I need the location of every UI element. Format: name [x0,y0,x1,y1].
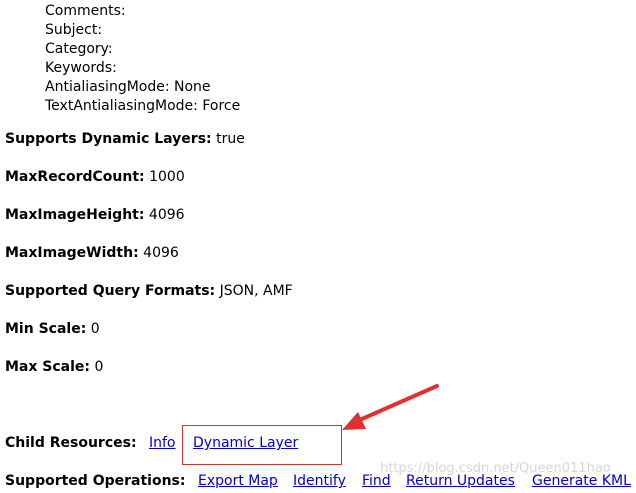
prop-supports-dynamic-layers: Supports Dynamic Layers: true [5,130,245,148]
prop-label: Max Scale: [5,359,91,375]
prop-max-scale: Max Scale: 0 [5,358,103,376]
prop-label: MaxImageWidth: [5,245,139,261]
supported-operations-row: Supported Operations: [5,472,185,490]
operation-return-updates-link[interactable]: Return Updates [406,472,515,490]
prop-label: Min Scale: [5,321,87,337]
prop-supported-query-formats: Supported Query Formats: JSON, AMF [5,282,293,300]
operation-identify-link[interactable]: Identify [293,472,346,490]
prop-max-image-width: MaxImageWidth: 4096 [5,244,179,262]
doc-antialiasing-mode: AntialiasingMode: None [45,79,211,95]
prop-max-record-count: MaxRecordCount: 1000 [5,168,185,186]
doc-category: Category: [45,41,113,57]
prop-label: MaxImageHeight: [5,207,145,223]
operation-generate-kml-link[interactable]: Generate KML [532,472,631,490]
child-resources-row: Child Resources: [5,434,137,452]
prop-value: 0 [90,321,100,337]
supported-operations-label: Supported Operations: [5,473,186,489]
highlight-box [182,425,342,465]
doc-subject: Subject: [45,22,103,38]
prop-value: 4096 [148,207,185,223]
child-resource-info-link[interactable]: Info [149,434,176,452]
child-resources-label: Child Resources: [5,435,137,451]
prop-max-image-height: MaxImageHeight: 4096 [5,206,185,224]
operation-find-link[interactable]: Find [362,472,391,490]
prop-label: Supported Query Formats: [5,283,216,299]
prop-value: 0 [94,359,104,375]
prop-value: 4096 [143,245,179,261]
doc-keywords: Keywords: [45,60,117,76]
operation-export-map-link[interactable]: Export Map [198,472,278,490]
prop-label: MaxRecordCount: [5,169,145,185]
prop-label: Supports Dynamic Layers: [5,131,212,147]
prop-value: true [216,131,245,147]
doc-text-antialiasing-mode: TextAntialiasingMode: Force [45,98,241,114]
doc-comments: Comments: [45,3,126,19]
prop-min-scale: Min Scale: 0 [5,320,100,338]
prop-value: 1000 [149,169,185,185]
prop-value: JSON, AMF [219,283,293,299]
